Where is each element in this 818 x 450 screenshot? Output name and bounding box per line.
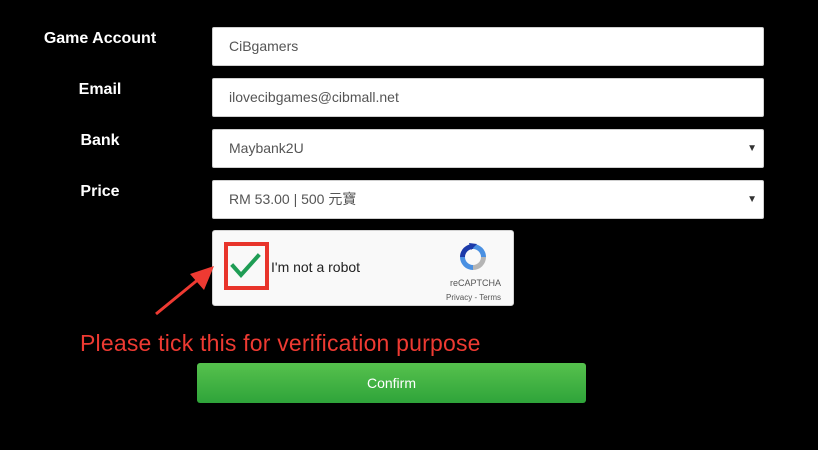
game-account-label: Game Account (43, 30, 157, 47)
chevron-down-icon: ▼ (747, 194, 757, 205)
recaptcha-brand: reCAPTCHA (449, 278, 501, 288)
recaptcha-label: I'm not a robot (271, 259, 361, 275)
recaptcha-links: Privacy - Terms (446, 293, 501, 302)
bank-select-value: Maybank2U (229, 140, 304, 156)
arrow-icon (155, 266, 214, 316)
game-account-input[interactable]: CiBgamers (212, 27, 764, 66)
recaptcha-checkbox[interactable] (224, 242, 269, 290)
recaptcha-logo-icon (460, 243, 486, 270)
email-label: Email (78, 81, 122, 98)
bank-select[interactable]: Maybank2U ▼ (212, 129, 764, 168)
email-input[interactable]: ilovecibgames@cibmall.net (212, 78, 764, 117)
confirm-button[interactable]: Confirm (197, 363, 586, 403)
checkmark-icon (230, 253, 261, 279)
verification-hint: Please tick this for verification purpos… (80, 330, 481, 356)
recaptcha-widget: I'm not a robot reCAPTCHA Privacy - Term… (212, 230, 514, 306)
chevron-down-icon: ▼ (747, 143, 757, 154)
recaptcha-terms-link[interactable]: Terms (479, 293, 501, 302)
price-select[interactable]: RM 53.00 | 500 元寶 ▼ (212, 180, 764, 219)
price-select-value: RM 53.00 | 500 元寶 (229, 191, 357, 207)
recaptcha-privacy-link[interactable]: Privacy (446, 293, 472, 302)
price-label: Price (80, 183, 120, 200)
bank-label: Bank (80, 132, 120, 149)
